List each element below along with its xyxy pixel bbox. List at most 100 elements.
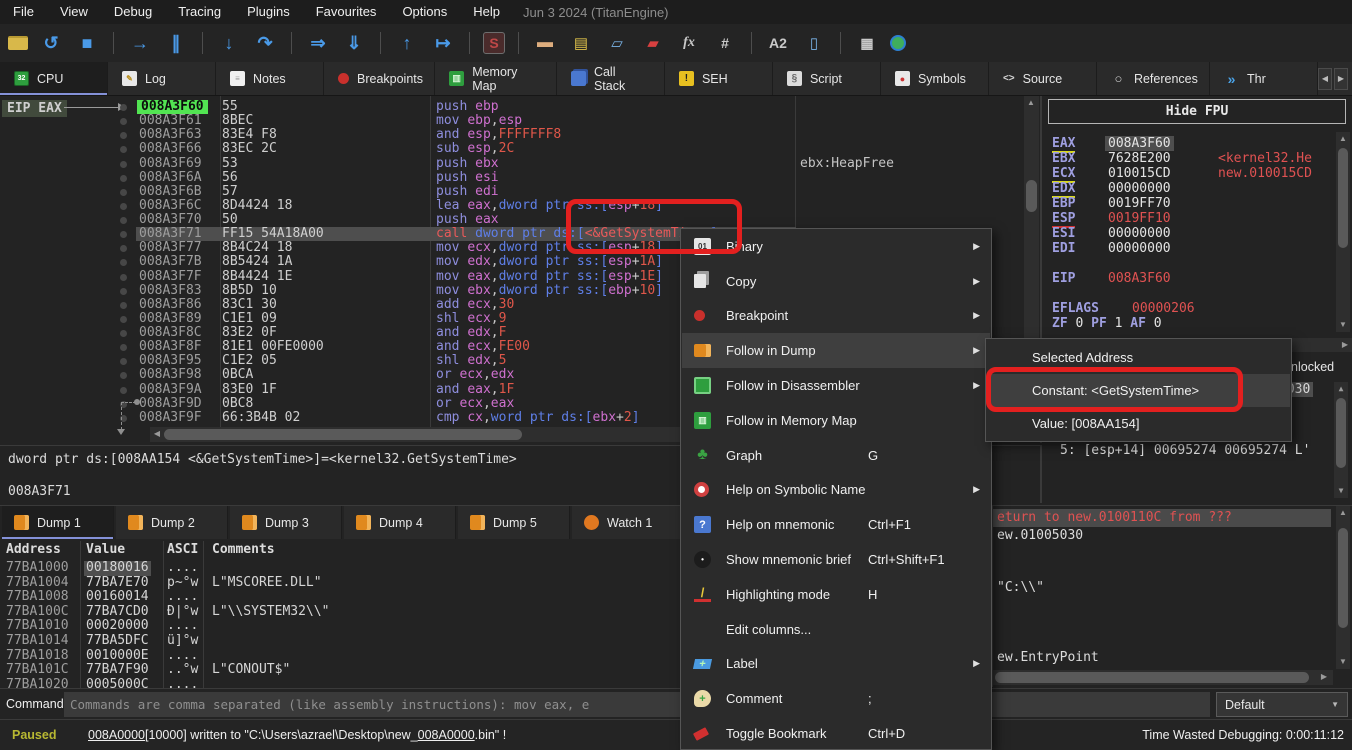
disasm-vscroll-thumb[interactable] <box>1026 180 1037 212</box>
step-out-icon[interactable]: ↑ <box>394 30 420 56</box>
disasm-row[interactable]: 008A3F6055push ebp <box>0 100 1022 114</box>
register-row[interactable]: EAX008A3F60 <box>1044 136 1334 151</box>
register-row[interactable]: EDX00000000 <box>1044 181 1334 196</box>
animate-into-icon[interactable]: ⇒ <box>305 30 331 56</box>
tab-notes[interactable]: ≡Notes <box>216 62 324 95</box>
tab-scroll-right-icon[interactable]: ▶ <box>1334 68 1348 90</box>
breakpoint-dot[interactable] <box>120 387 127 394</box>
hash-icon[interactable]: # <box>712 30 738 56</box>
menu-item-copy[interactable]: Copy▶ <box>682 264 990 299</box>
scroll-down-icon[interactable]: ▼ <box>1334 484 1348 498</box>
dump-tab-dump-5[interactable]: Dump 5 <box>458 506 570 539</box>
calling-convention-combo[interactable]: Default ▼ <box>1216 692 1348 717</box>
globe-icon[interactable] <box>890 35 906 51</box>
breakpoint-dot[interactable] <box>120 161 127 168</box>
disasm-row[interactable]: 008A3F6383E4 F8and esp,FFFFFFF8 <box>0 128 1022 142</box>
menu-options[interactable]: Options <box>389 0 460 24</box>
menu-favourites[interactable]: Favourites <box>303 0 390 24</box>
args-vscroll-thumb[interactable] <box>1336 398 1346 468</box>
tab-source[interactable]: <>Source <box>989 62 1097 95</box>
breakpoint-dot[interactable] <box>120 132 127 139</box>
tab-log[interactable]: ✎Log <box>108 62 216 95</box>
disasm-row[interactable]: 008A3F618BECmov ebp,esp <box>0 114 1022 128</box>
breakpoint-dot[interactable] <box>120 288 127 295</box>
breakpoint-dot[interactable] <box>120 146 127 153</box>
stack-row[interactable]: ew.01005030 <box>993 527 1331 545</box>
disasm-row[interactable]: 008A3F6A56push esi <box>0 171 1022 185</box>
tab-breakpoints[interactable]: Breakpoints <box>324 62 435 95</box>
menu-item-breakpoint[interactable]: Breakpoint▶ <box>682 299 990 334</box>
stack-row[interactable]: "C:\\" <box>993 579 1331 597</box>
breakpoint-dot[interactable] <box>120 330 127 337</box>
menu-item-toggle-bookmark[interactable]: Toggle BookmarkCtrl+D <box>682 716 990 750</box>
scroll-down-icon[interactable]: ▼ <box>1336 318 1350 332</box>
calculator-icon[interactable]: ▦ <box>854 30 880 56</box>
labels-icon[interactable]: ▱ <box>604 30 630 56</box>
dump-tab-dump-4[interactable]: Dump 4 <box>344 506 456 539</box>
registers-vscroll-thumb[interactable] <box>1338 148 1348 248</box>
breakpoint-dot[interactable] <box>120 104 127 111</box>
run-to-user-code-icon[interactable]: ↦ <box>430 30 456 56</box>
trace-into-icon[interactable]: ⇓ <box>341 30 367 56</box>
breakpoint-dot[interactable] <box>120 118 127 125</box>
font-icon[interactable]: A2 <box>765 30 791 56</box>
register-row[interactable]: ECX010015CDnew.010015CD <box>1044 166 1334 181</box>
menu-item-show-mnemonic-brief[interactable]: •Show mnemonic briefCtrl+Shift+F1 <box>682 542 990 577</box>
breakpoint-dot[interactable] <box>120 231 127 238</box>
register-row[interactable]: EFLAGS00000206 <box>1044 301 1334 316</box>
scroll-right-icon[interactable]: ▶ <box>1317 670 1331 684</box>
register-row[interactable]: ESP0019FF10 <box>1044 211 1334 226</box>
stack-vscrollbar[interactable]: ▲ ▼ <box>1336 506 1350 669</box>
breakpoint-dot[interactable] <box>120 302 127 309</box>
breakpoint-dot[interactable] <box>120 175 127 182</box>
scroll-down-icon[interactable]: ▼ <box>1336 655 1350 669</box>
command-input[interactable] <box>64 692 1210 717</box>
menu-file[interactable]: File <box>0 0 47 24</box>
function-icon[interactable]: fx <box>676 30 702 56</box>
dump-tab-watch-1[interactable]: Watch 1 <box>572 506 684 539</box>
register-row[interactable]: EBP0019FF70 <box>1044 196 1334 211</box>
menu-item-help-on-symbolic-name[interactable]: Help on Symbolic Name▶ <box>682 473 990 508</box>
stack-row[interactable] <box>993 597 1331 615</box>
menu-tracing[interactable]: Tracing <box>165 0 234 24</box>
menu-help[interactable]: Help <box>460 0 513 24</box>
disasm-row[interactable]: 008A3F7050push eax <box>0 213 1022 227</box>
stack-row[interactable]: ew.EntryPoint <box>993 649 1331 667</box>
submenu-item-constant-getsystemtime-[interactable]: Constant: <GetSystemTime> <box>987 374 1290 407</box>
patches-icon[interactable]: ▬ <box>532 30 558 56</box>
argument-row[interactable]: 5: [esp+14] 00695274 00695274 L' <box>1060 443 1310 458</box>
stop-icon[interactable]: ■ <box>74 30 100 56</box>
tab-symbols[interactable]: ●Symbols <box>881 62 989 95</box>
breakpoint-dot[interactable] <box>120 245 127 252</box>
disasm-row[interactable]: 008A3F6683EC 2Csub esp,2C <box>0 142 1022 156</box>
breakpoint-dot[interactable] <box>120 259 127 266</box>
submenu-item-value-008aa154-[interactable]: Value: [008AA154] <box>987 407 1290 440</box>
dump-tab-dump-1[interactable]: Dump 1 <box>2 506 114 539</box>
menu-item-follow-in-memory-map[interactable]: ▥Follow in Memory Map <box>682 403 990 438</box>
breakpoint-dot[interactable] <box>120 358 127 365</box>
register-row[interactable]: ESI00000000 <box>1044 226 1334 241</box>
disasm-hscroll-thumb[interactable] <box>164 429 522 440</box>
registers-vscrollbar[interactable]: ▲ ▼ <box>1336 132 1350 332</box>
menu-item-comment[interactable]: +Comment; <box>682 681 990 716</box>
hide-fpu-button[interactable]: Hide FPU <box>1048 99 1346 124</box>
menu-item-edit-columns-[interactable]: Edit columns... <box>682 612 990 647</box>
tab-references[interactable]: ○References <box>1097 62 1210 95</box>
menu-item-help-on-mnemonic[interactable]: ?Help on mnemonicCtrl+F1 <box>682 507 990 542</box>
breakpoint-dot[interactable] <box>120 344 127 351</box>
scroll-up-icon[interactable]: ▲ <box>1334 382 1348 396</box>
disasm-row[interactable]: 008A3F6C8D4424 18lea eax,dword ptr ss:[e… <box>0 199 1022 213</box>
menu-debug[interactable]: Debug <box>101 0 165 24</box>
menu-plugins[interactable]: Plugins <box>234 0 303 24</box>
status-address-link[interactable]: 008A0000 <box>418 728 475 742</box>
register-row[interactable]: EBX7628E200<kernel32.He <box>1044 151 1334 166</box>
stack-hscroll-thumb[interactable] <box>995 672 1309 683</box>
menu-item-follow-in-dump[interactable]: Follow in Dump▶ <box>682 333 990 368</box>
disasm-row[interactable]: 008A3F6B57push edi <box>0 185 1022 199</box>
tab-cpu[interactable]: 32CPU <box>0 62 108 95</box>
step-over-icon[interactable]: ↷ <box>252 30 278 56</box>
scroll-right-icon[interactable]: ▶ <box>1338 338 1352 352</box>
open-file-icon[interactable] <box>8 36 28 50</box>
flags-row[interactable]: ZF 0 PF 1 AF 0 <box>1052 316 1342 331</box>
stack-row[interactable] <box>993 632 1331 650</box>
